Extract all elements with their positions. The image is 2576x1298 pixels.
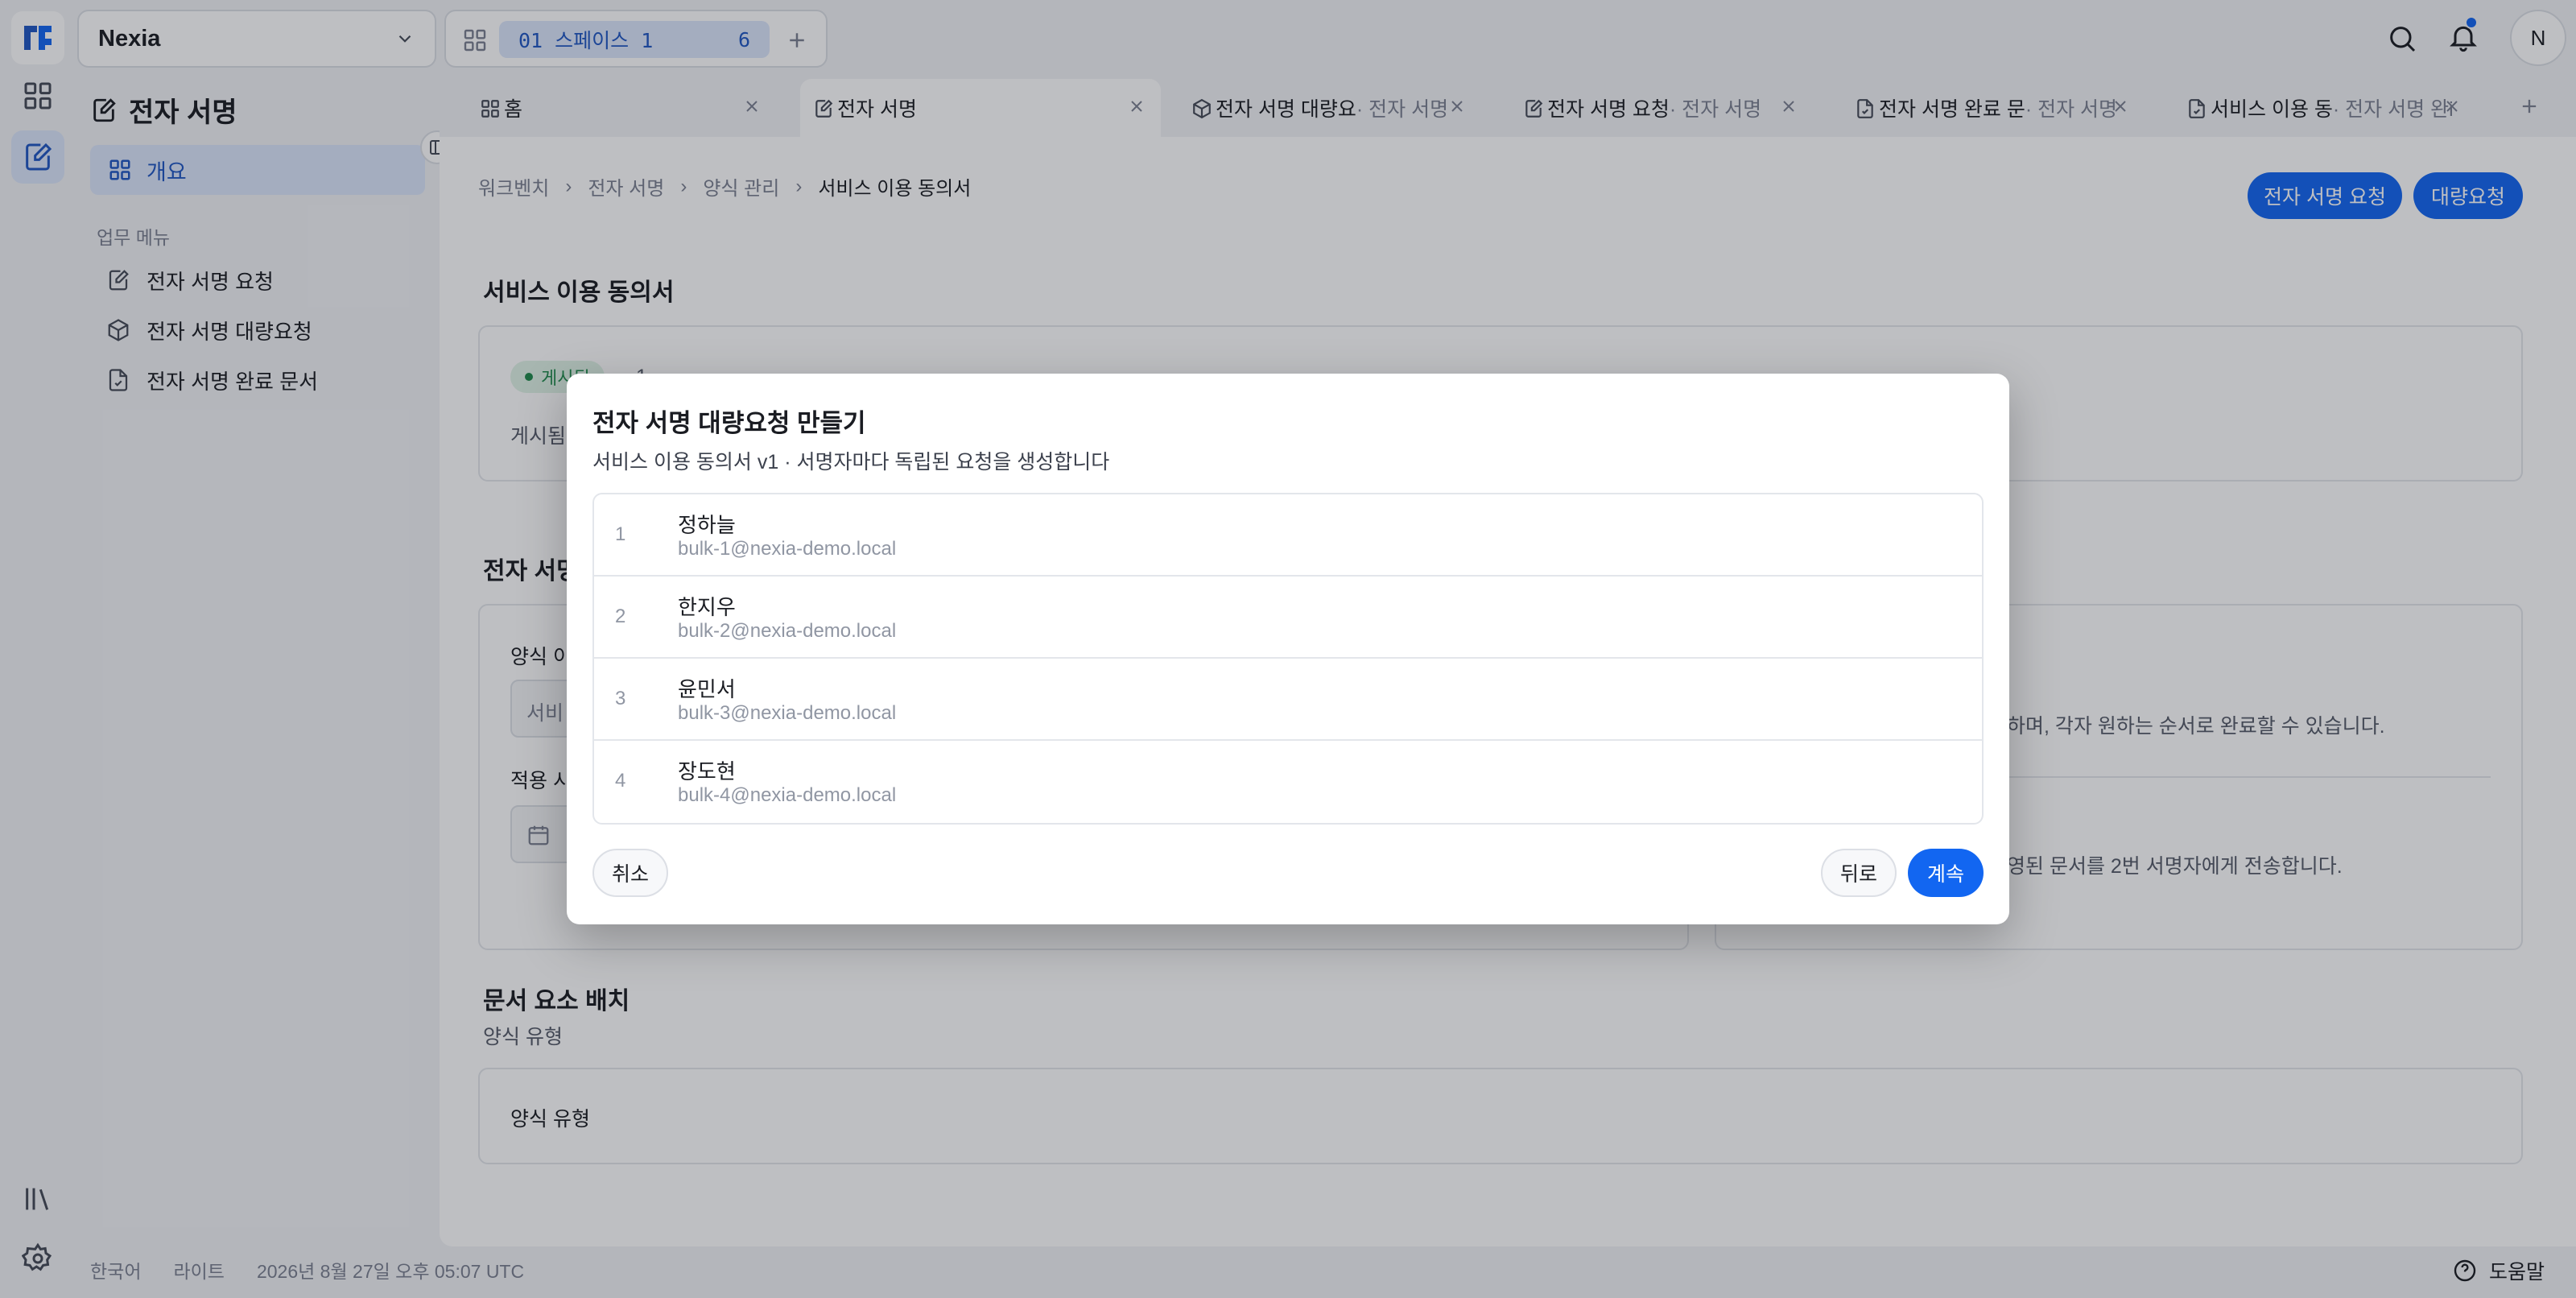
signer-name: 윤민서 xyxy=(678,677,736,701)
list-item[interactable]: 4 장도현 bulk-4@nexia-demo.local xyxy=(594,741,1982,823)
signer-email: bulk-3@nexia-demo.local xyxy=(678,702,897,724)
modal-subtitle: 서비스 이용 동의서 v1 · 서명자마다 독립된 요청을 생성합니다 xyxy=(592,451,1110,473)
modal-title: 전자 서명 대량요청 만들기 xyxy=(592,409,866,437)
list-item[interactable]: 1 정하늘 bulk-1@nexia-demo.local xyxy=(594,494,1982,577)
signer-email: bulk-1@nexia-demo.local xyxy=(678,538,897,560)
signer-index: 3 xyxy=(615,688,626,709)
signer-email: bulk-4@nexia-demo.local xyxy=(678,784,897,806)
signer-list: 1 정하늘 bulk-1@nexia-demo.local 2 한지우 bulk… xyxy=(592,493,1984,825)
bulk-request-modal: 전자 서명 대량요청 만들기 서비스 이용 동의서 v1 · 서명자마다 독립된… xyxy=(567,374,2009,924)
continue-button[interactable]: 계속 xyxy=(1908,849,1984,897)
signer-name: 한지우 xyxy=(678,595,736,619)
signer-email: bulk-2@nexia-demo.local xyxy=(678,620,897,642)
signer-index: 2 xyxy=(615,606,626,627)
signer-index: 4 xyxy=(615,770,626,792)
signer-index: 1 xyxy=(615,523,626,545)
cancel-button[interactable]: 취소 xyxy=(592,849,668,897)
signer-name: 장도현 xyxy=(678,759,736,783)
list-item[interactable]: 3 윤민서 bulk-3@nexia-demo.local xyxy=(594,659,1982,741)
list-item[interactable]: 2 한지우 bulk-2@nexia-demo.local xyxy=(594,577,1982,659)
signer-name: 정하늘 xyxy=(678,513,736,537)
back-button[interactable]: 뒤로 xyxy=(1821,849,1897,897)
